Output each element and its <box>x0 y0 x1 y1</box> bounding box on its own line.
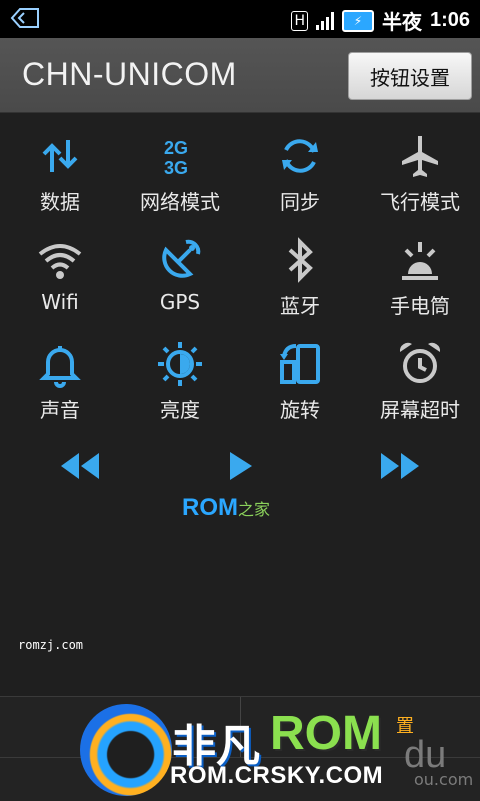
alarm-clock-icon <box>399 342 441 383</box>
carrier-name: CHN-UNICOM <box>22 56 237 92</box>
brightness-icon <box>158 342 202 386</box>
flashlight-icon <box>402 242 438 280</box>
network-type-indicator: H <box>291 10 308 31</box>
toggle-gps[interactable]: GPS <box>120 236 240 340</box>
toggle-label: 网络模式 <box>140 190 220 214</box>
bell-icon <box>39 346 81 388</box>
data-transfer-icon <box>42 140 78 172</box>
fast-forward-button[interactable] <box>370 446 430 486</box>
fast-forward-icon <box>381 453 419 479</box>
media-controls <box>0 446 480 486</box>
play-icon <box>230 452 252 480</box>
toggle-bluetooth[interactable]: 蓝牙 <box>240 236 360 340</box>
back-arrow-icon[interactable] <box>10 7 40 33</box>
toggle-flashlight[interactable]: 手电筒 <box>360 236 480 340</box>
crsky-watermark-logo: 非凡 ROM 置 du ou.com ROM.CRSKY.COM <box>80 704 473 800</box>
toggle-label: Wifi <box>41 290 79 314</box>
wifi-icon <box>38 244 82 279</box>
toggle-label: 数据 <box>40 190 80 214</box>
airplane-icon <box>402 136 438 177</box>
toggle-sync[interactable]: 同步 <box>240 132 360 236</box>
notification-header: CHN-UNICOM 按钮设置 <box>0 38 480 113</box>
toggle-screen-timeout[interactable]: 屏幕超时 <box>360 340 480 444</box>
sync-icon <box>282 139 318 173</box>
rewind-icon <box>61 453 99 479</box>
toggle-label: 蓝牙 <box>280 294 320 318</box>
svg-text:3G: 3G <box>164 158 188 178</box>
rom-home-logo: ROM之家 <box>182 494 270 522</box>
status-time: 1:06 <box>429 9 470 31</box>
crsky-ring-logo-icon <box>80 704 172 796</box>
toggle-label: 屏幕超时 <box>380 398 460 422</box>
toggle-label: GPS <box>159 290 201 314</box>
bluetooth-icon <box>288 237 313 283</box>
rom-logo-zh: 之家 <box>238 502 271 519</box>
battery-charging-icon: ⚡ <box>341 9 374 32</box>
signal-strength-icon <box>315 11 334 30</box>
toggle-label: 旋转 <box>280 398 320 422</box>
toggle-label: 手电筒 <box>390 294 450 318</box>
brand-du-small-text: ou.com <box>414 770 474 789</box>
button-settings-button[interactable]: 按钮设置 <box>348 52 472 100</box>
rewind-button[interactable] <box>50 446 110 486</box>
rom-logo-text: ROM <box>182 494 238 521</box>
quick-toggles-grid: 数据 2G 3G 网络模式 同步 飞行模式 Wifi GPS 蓝牙 手电筒 声音… <box>0 132 480 444</box>
toggle-label: 亮度 <box>160 398 200 422</box>
svg-text:2G: 2G <box>164 138 188 158</box>
toggle-rotate[interactable]: 旋转 <box>240 340 360 444</box>
toggle-label: 飞行模式 <box>380 190 460 214</box>
toggle-brightness[interactable]: 亮度 <box>120 340 240 444</box>
play-button[interactable] <box>210 446 270 486</box>
toggle-network-mode[interactable]: 2G 3G 网络模式 <box>120 132 240 236</box>
watermark-text: romzj.com <box>18 638 84 652</box>
status-period: 半夜 <box>381 12 422 34</box>
brand-rom-text: ROM <box>270 707 382 760</box>
gps-icon <box>162 239 201 278</box>
toggle-wifi[interactable]: Wifi <box>0 236 120 340</box>
status-bar: H ⚡ 半夜 1:06 <box>0 0 480 38</box>
toggle-airplane[interactable]: 飞行模式 <box>360 132 480 236</box>
toggle-data[interactable]: 数据 <box>0 132 120 236</box>
network-2g3g-icon: 2G 3G <box>164 138 188 178</box>
rotate-icon <box>280 344 320 384</box>
toggle-label: 声音 <box>40 398 80 422</box>
brand-url-text: ROM.CRSKY.COM <box>170 762 384 789</box>
toggle-label: 同步 <box>280 190 320 214</box>
toggle-sound[interactable]: 声音 <box>0 340 120 444</box>
